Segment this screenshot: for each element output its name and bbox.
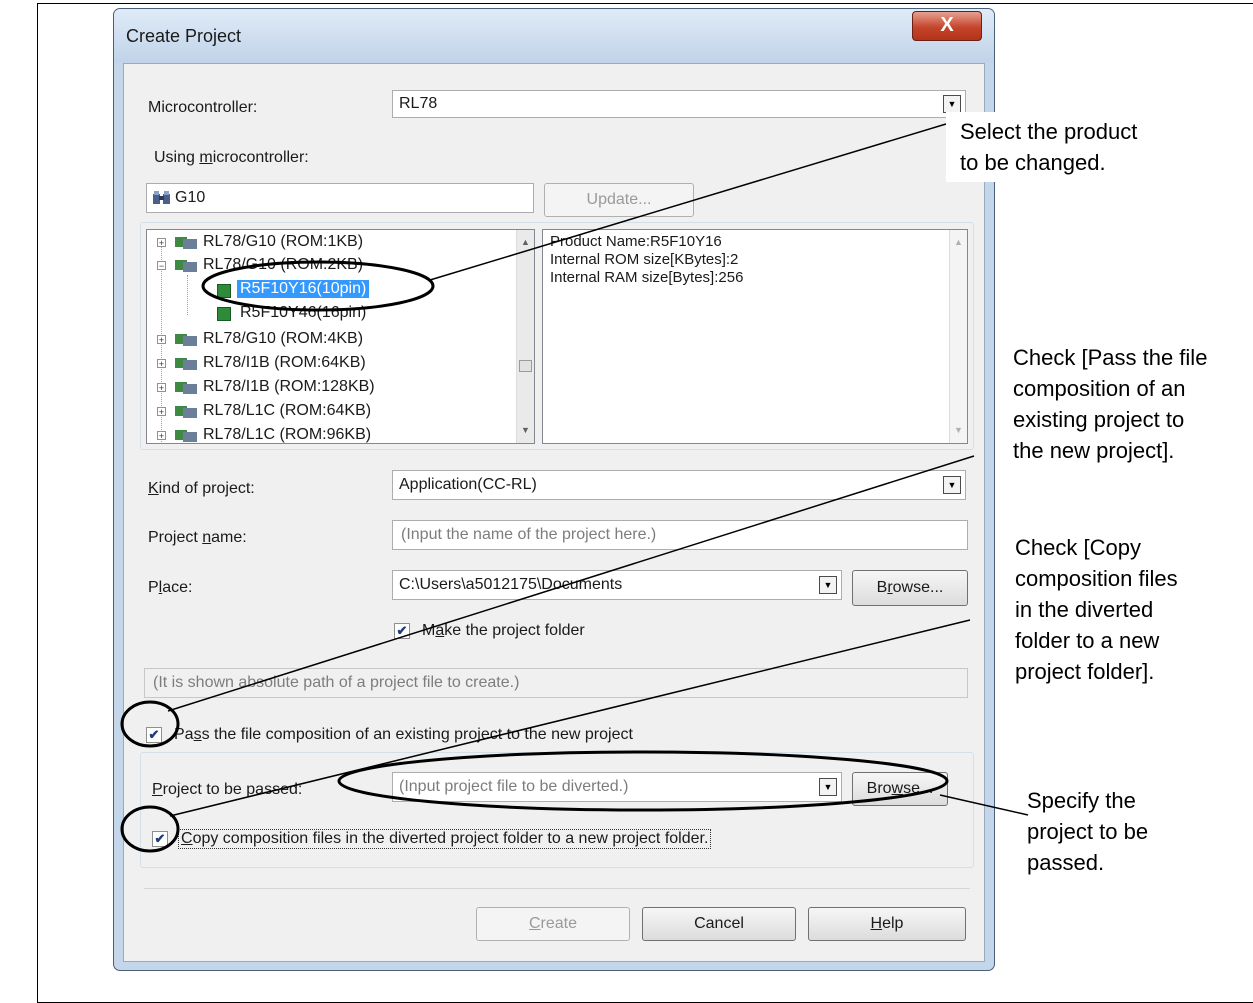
annotation-specify-project: Specify the project to be passed. [1027,788,1149,875]
highlight-copy-checkbox [120,805,180,853]
annotation-select-product: Select the product to be changed. [946,112,1152,182]
annotation-check-pass: Check [Pass the file composition of an e… [1013,345,1208,463]
highlight-pass-checkbox [120,700,180,748]
callout-line [939,794,1029,816]
callout-line [429,123,947,281]
callout-line [167,455,975,712]
highlight-project-to-pass [337,750,949,812]
highlight-selected-mcu [201,260,435,312]
callout-line [169,619,971,817]
annotation-check-copy: Check [Copy composition files in the div… [1015,535,1178,684]
